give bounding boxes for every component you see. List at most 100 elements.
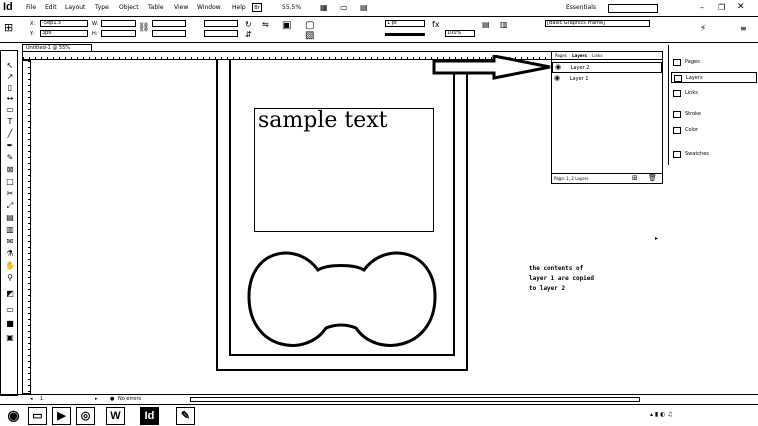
workspace-switcher[interactable]: Essentials xyxy=(566,4,596,11)
gradient-tool-icon[interactable]: ▤ xyxy=(5,213,15,222)
horizontal-scrollbar[interactable] xyxy=(190,397,640,402)
select-container-icon[interactable]: ▣ xyxy=(282,20,291,31)
y-position-field[interactable]: 3p6 xyxy=(40,30,88,37)
indesign-app-icon[interactable]: Id xyxy=(3,1,13,13)
hand-tool-icon[interactable]: ✋ xyxy=(5,261,15,270)
page-number-field[interactable]: 1 xyxy=(40,395,43,404)
align-icon[interactable]: ▥ xyxy=(500,20,508,29)
menu-file[interactable]: File xyxy=(26,4,36,11)
dock-item-swatches[interactable]: Swatches xyxy=(671,149,757,160)
free-transform-tool-icon[interactable]: ⤢ xyxy=(5,201,15,210)
stroke-weight-field[interactable]: 1 pt xyxy=(385,20,425,27)
flip-vertical-icon[interactable]: ⇵ xyxy=(245,30,252,39)
height-field[interactable] xyxy=(101,30,136,37)
flip-horizontal-icon[interactable]: ⇋ xyxy=(262,20,269,29)
search-input[interactable] xyxy=(608,4,658,13)
formatting-container-icon[interactable]: ▭ xyxy=(5,305,15,314)
panel-menu-icon[interactable]: ≡ xyxy=(740,24,747,33)
pen-tool-icon[interactable]: ✒ xyxy=(5,141,15,150)
screen-mode-tool-icon[interactable]: ▣ xyxy=(5,333,15,342)
type-tool-icon[interactable]: T xyxy=(5,117,15,126)
page-tool-icon[interactable]: ▯ xyxy=(5,83,15,92)
tab-layers[interactable]: Layers xyxy=(572,53,587,58)
selection-tool-icon[interactable]: ↖ xyxy=(5,61,15,70)
taskbar-paint-icon[interactable]: ✎ xyxy=(176,407,195,425)
visibility-eye-icon[interactable]: ◉ xyxy=(554,74,560,82)
line-tool-icon[interactable]: ╱ xyxy=(5,129,15,138)
fill-stroke-swatch-icon[interactable]: ◩ xyxy=(5,289,15,298)
menu-type[interactable]: Type xyxy=(95,4,109,11)
apply-color-icon[interactable]: ■ xyxy=(5,319,15,328)
restore-icon[interactable]: ❐ xyxy=(718,3,725,12)
rectangle-frame-tool-icon[interactable]: ⊠ xyxy=(5,165,15,174)
document-tab[interactable]: Untitled-1 @ 55% xyxy=(22,44,92,51)
scissors-tool-icon[interactable]: ✂ xyxy=(5,189,15,198)
stroke-type-selector[interactable] xyxy=(385,33,425,36)
media-player-icon[interactable]: ▶ xyxy=(52,407,71,425)
view-options-icon[interactable]: ▦ xyxy=(320,3,328,12)
explorer-icon[interactable]: ▭ xyxy=(28,407,47,425)
delete-layer-icon[interactable]: 🗑 xyxy=(648,174,657,182)
page-nav-next-icon[interactable]: ▸ xyxy=(95,395,98,404)
menu-view[interactable]: View xyxy=(174,4,188,11)
tab-pages[interactable]: Pages xyxy=(555,53,567,58)
layer-name[interactable]: Layer 2 xyxy=(571,65,590,71)
menu-help[interactable]: Help xyxy=(232,4,246,11)
preflight-errors[interactable]: No errors xyxy=(118,395,141,404)
close-icon[interactable]: ✕ xyxy=(737,2,745,12)
minimize-icon[interactable]: – xyxy=(700,3,704,12)
menu-object[interactable]: Object xyxy=(119,4,139,11)
x-position-field[interactable]: -58p1.5 xyxy=(40,20,88,27)
gradient-feather-tool-icon[interactable]: ▥ xyxy=(5,225,15,234)
start-button-icon[interactable]: ◉ xyxy=(4,407,23,425)
scale-x-field[interactable] xyxy=(152,20,186,27)
rectangle-tool-icon[interactable]: □ xyxy=(5,177,15,186)
dock-item-pages[interactable]: Pages xyxy=(671,57,757,68)
effects-icon[interactable]: fx xyxy=(432,20,440,29)
constrain-proportions-icon[interactable]: ⛓ xyxy=(138,23,149,33)
screen-mode-icon[interactable]: ▭ xyxy=(340,3,348,12)
content-collector-icon[interactable]: ▭ xyxy=(5,105,15,114)
stroke-color-icon[interactable]: ▧ xyxy=(305,30,314,41)
taskbar-word[interactable]: W xyxy=(106,407,125,425)
eyedropper-tool-icon[interactable]: ⚗ xyxy=(5,249,15,258)
new-layer-icon[interactable]: ⊞ xyxy=(632,174,638,182)
dock-item-links[interactable]: Links xyxy=(671,88,757,99)
menu-edit[interactable]: Edit xyxy=(45,4,57,11)
page-nav-first-icon[interactable]: ◂ xyxy=(30,395,33,404)
browser-icon[interactable]: ◎ xyxy=(76,407,95,425)
layer-row[interactable]: ◉ Layer 1 xyxy=(552,74,662,83)
opacity-field[interactable]: 100% xyxy=(445,30,475,37)
zoom-level[interactable]: 55.5% xyxy=(282,4,301,11)
dock-item-stroke[interactable]: Stroke xyxy=(671,109,757,120)
zoom-tool-icon[interactable]: ⚲ xyxy=(5,273,15,282)
layer-name[interactable]: Layer 1 xyxy=(570,76,589,82)
menu-window[interactable]: Window xyxy=(197,4,221,11)
note-tool-icon[interactable]: ✉ xyxy=(5,237,15,246)
menu-table[interactable]: Table xyxy=(148,4,164,11)
width-field[interactable] xyxy=(101,20,136,27)
taskbar-indesign[interactable]: Id xyxy=(140,407,159,425)
layer-row[interactable]: ◉ Layer 2 xyxy=(552,62,662,73)
scroll-arrow-icon[interactable]: ▸ xyxy=(655,235,658,242)
system-tray-icons[interactable]: ▴ ▮ ◐ ♫ xyxy=(650,411,750,421)
vertical-ruler[interactable] xyxy=(22,60,31,394)
gap-tool-icon[interactable]: ↔ xyxy=(5,94,15,103)
text-wrap-icon[interactable]: ▤ xyxy=(482,20,490,29)
bridge-icon[interactable]: Br xyxy=(252,3,262,12)
reference-point-icon[interactable]: ⊞ xyxy=(4,21,13,34)
direct-selection-tool-icon[interactable]: ↗ xyxy=(5,72,15,81)
tab-links[interactable]: Links xyxy=(592,53,602,58)
double-oval-shape[interactable] xyxy=(246,240,438,356)
dock-item-layers[interactable]: Layers xyxy=(671,72,757,83)
menu-layout[interactable]: Layout xyxy=(65,4,85,11)
text-frame[interactable]: sample text xyxy=(254,108,434,232)
rotation-field[interactable] xyxy=(204,20,238,27)
arrange-documents-icon[interactable]: ▤ xyxy=(360,3,368,12)
visibility-eye-icon[interactable]: ◉ xyxy=(555,63,561,71)
shear-field[interactable] xyxy=(204,30,238,37)
pencil-tool-icon[interactable]: ✎ xyxy=(5,153,15,162)
quick-apply-icon[interactable]: ⚡ xyxy=(700,24,706,34)
scale-y-field[interactable] xyxy=(152,30,186,37)
dock-item-color[interactable]: Color xyxy=(671,125,757,136)
